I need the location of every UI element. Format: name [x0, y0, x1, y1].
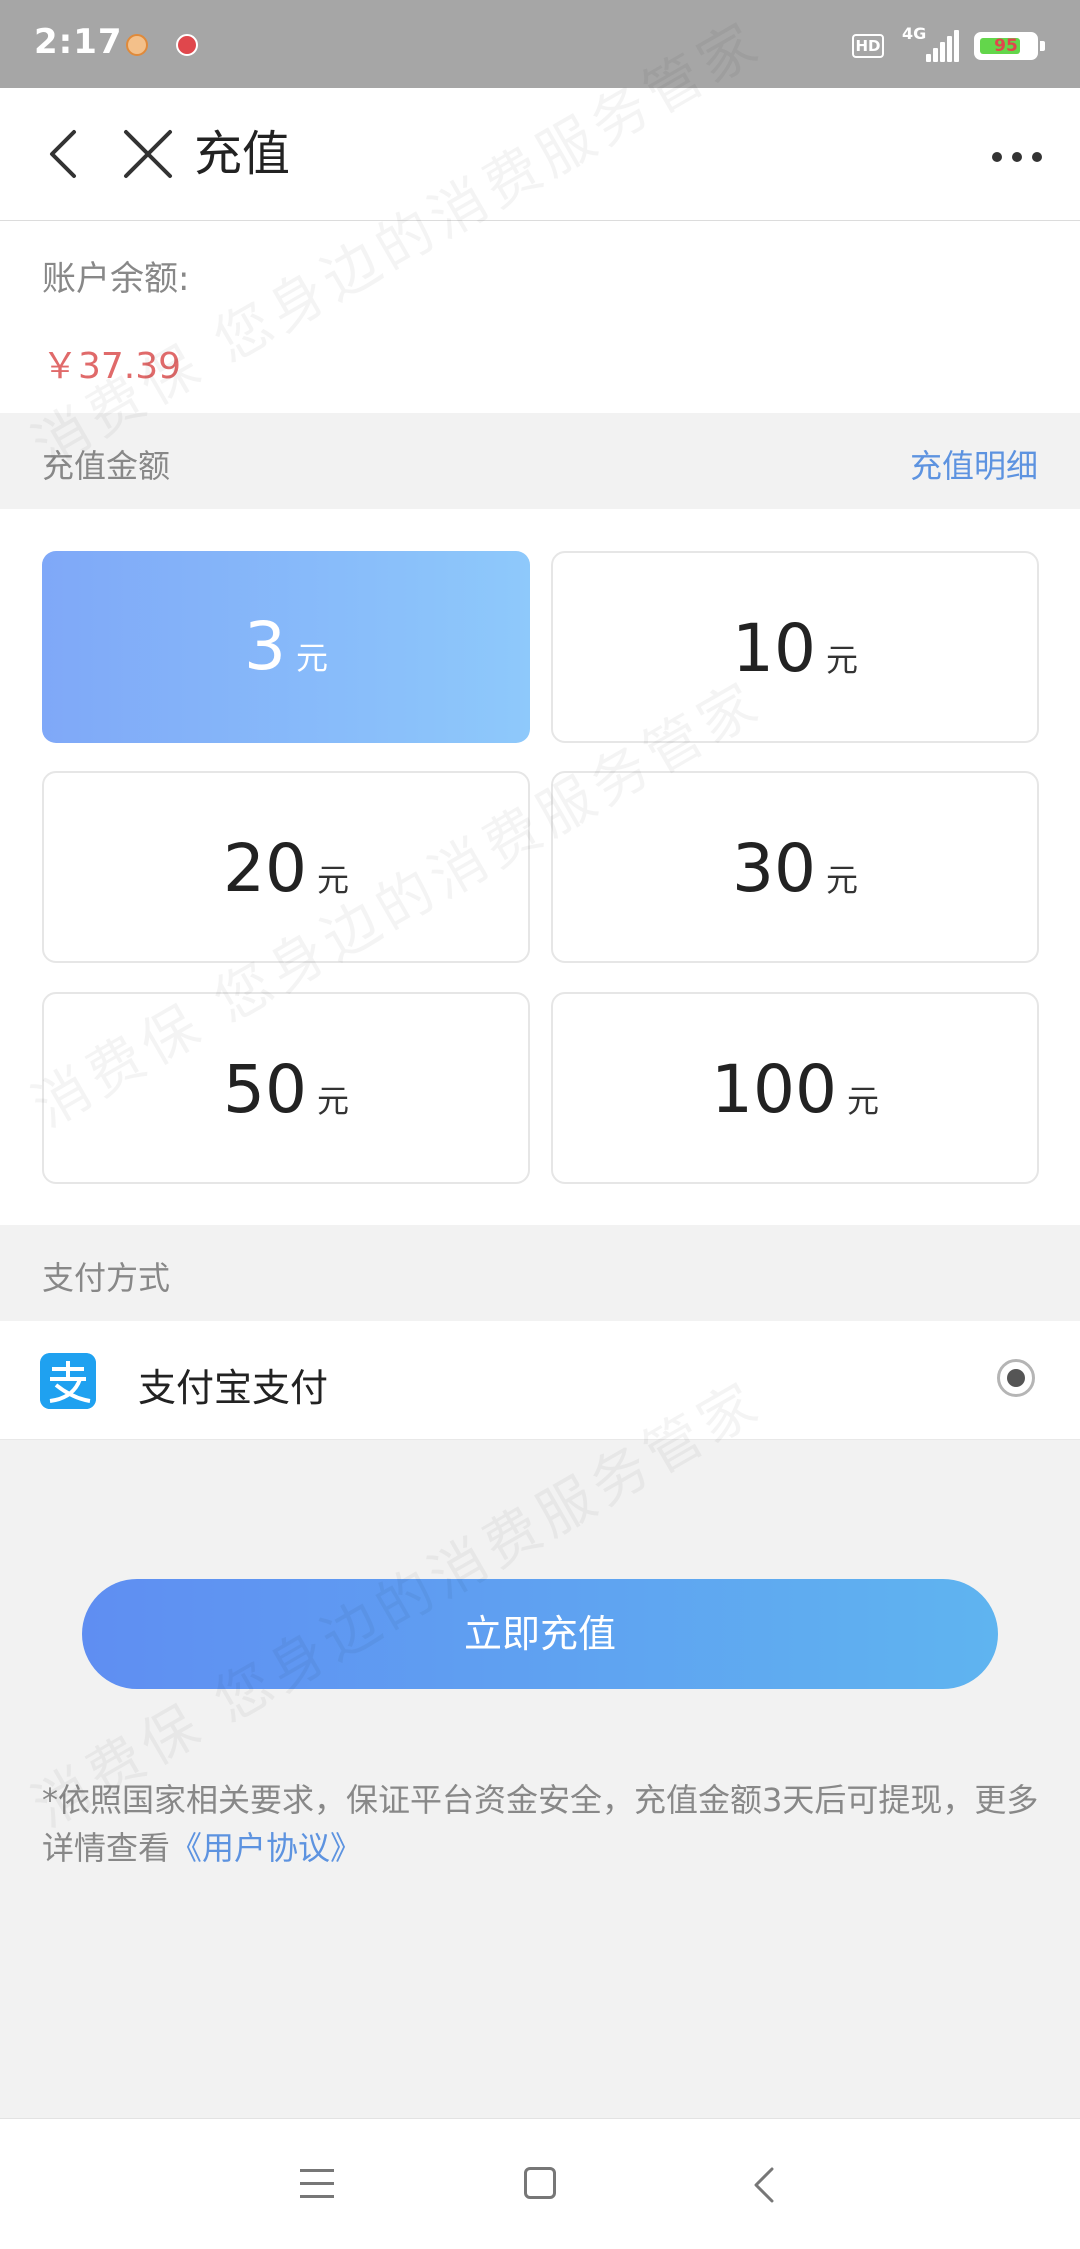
amount-section-title: 充值金额 — [42, 447, 171, 485]
status-time: 2:17 — [34, 22, 123, 62]
amount-value: 3 — [243, 608, 286, 685]
amount-option-50[interactable]: 50 元 — [42, 992, 530, 1184]
notification-app-icon — [126, 34, 148, 56]
amount-unit: 元 — [825, 861, 858, 899]
notification-app-icon — [176, 34, 198, 56]
amount-unit: 元 — [825, 641, 858, 679]
recharge-detail-link[interactable]: 充值明细 — [910, 441, 1038, 487]
system-back-icon[interactable] — [752, 2165, 776, 2205]
battery-level: 95 — [994, 36, 1018, 56]
battery-icon: 95 — [974, 32, 1045, 60]
recharge-now-button[interactable]: 立即充值 — [82, 1579, 998, 1689]
amount-unit: 元 — [846, 1082, 879, 1120]
signal-icon — [926, 30, 960, 62]
balance-card: 账户余额: ￥37.39 — [0, 221, 1080, 413]
recharge-notice: *依照国家相关要求，保证平台资金安全，充值金额3天后可提现，更多详情查看《用户协… — [42, 1776, 1042, 1872]
payment-radio[interactable] — [997, 1359, 1035, 1397]
menu-icon[interactable] — [300, 2169, 334, 2199]
payment-section-title: 支付方式 — [42, 1259, 171, 1297]
amount-value: 100 — [711, 1051, 837, 1128]
payment-method-label: 支付宝支付 — [138, 1366, 329, 1410]
amount-option-3[interactable]: 3 元 — [42, 551, 530, 743]
payment-method-alipay[interactable]: 支付宝支付 — [0, 1321, 1080, 1440]
user-agreement-link[interactable]: 《用户协议》 — [170, 1829, 362, 1867]
balance-label: 账户余额: — [42, 259, 190, 299]
amount-value: 10 — [732, 610, 816, 687]
amount-value: 20 — [223, 830, 307, 907]
nav-bar: 充值 — [0, 88, 1080, 221]
amount-value: 50 — [223, 1051, 307, 1128]
hd-badge: HD — [852, 34, 884, 58]
amount-option-10[interactable]: 10 元 — [551, 551, 1039, 743]
close-icon[interactable] — [122, 128, 174, 180]
amount-value: 30 — [732, 830, 816, 907]
amount-grid: 3 元 10 元 20 元 30 元 50 元 100 元 — [0, 509, 1080, 1225]
network-type: 4G — [902, 24, 927, 43]
payment-section-header: 支付方式 — [0, 1225, 1080, 1321]
home-icon[interactable] — [524, 2167, 556, 2199]
back-icon[interactable] — [44, 126, 84, 182]
amount-unit: 元 — [316, 861, 349, 899]
page-title: 充值 — [194, 126, 291, 182]
more-icon[interactable] — [992, 152, 1042, 164]
amount-option-20[interactable]: 20 元 — [42, 771, 530, 963]
balance-value: ￥37.39 — [42, 346, 182, 387]
amount-option-30[interactable]: 30 元 — [551, 771, 1039, 963]
amount-option-100[interactable]: 100 元 — [551, 992, 1039, 1184]
amount-unit: 元 — [316, 1082, 349, 1120]
amount-section-header: 充值金额 充值明细 — [0, 413, 1080, 509]
system-nav-bar — [0, 2118, 1080, 2249]
amount-unit: 元 — [295, 639, 328, 677]
alipay-icon — [40, 1353, 96, 1409]
status-bar: 2:17 HD 4G 95 — [0, 0, 1080, 88]
